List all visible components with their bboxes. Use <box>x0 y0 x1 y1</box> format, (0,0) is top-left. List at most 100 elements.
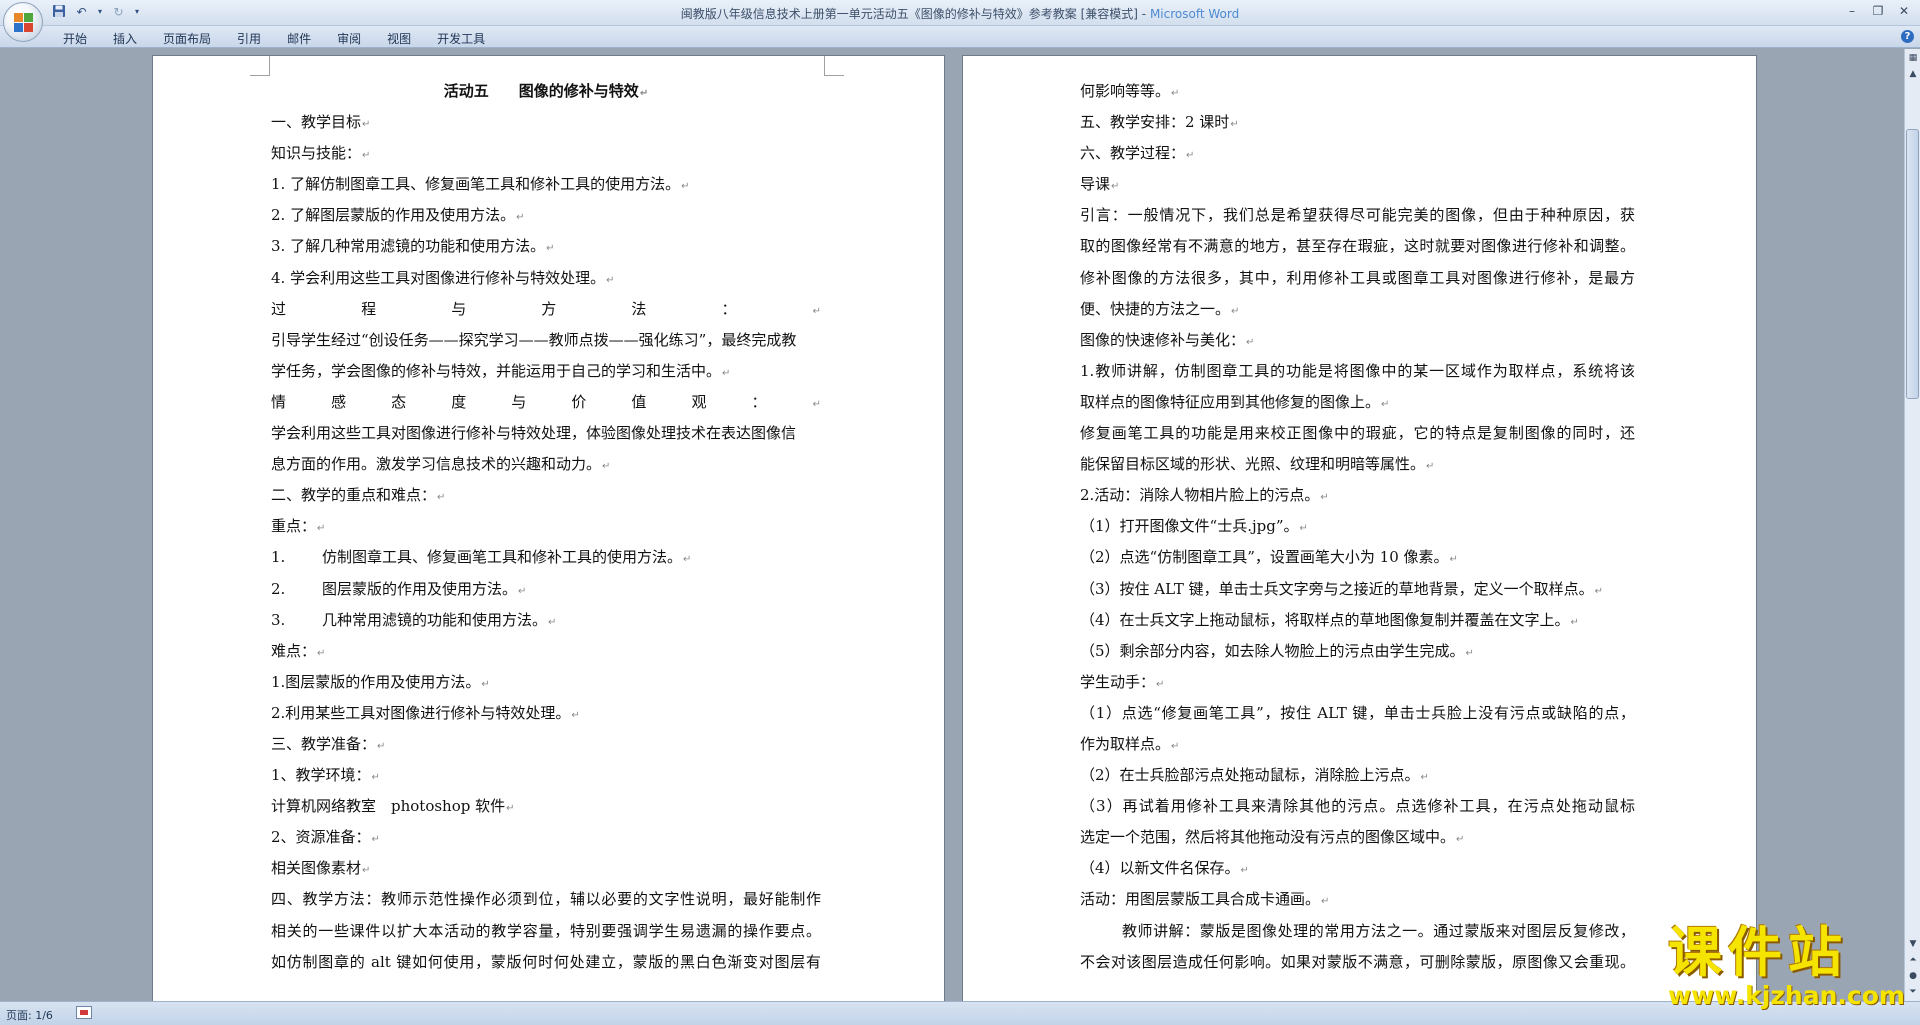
office-button[interactable] <box>3 2 43 42</box>
text-line: 情感态度与价值观：↵ <box>271 387 821 418</box>
line-text: 二、教学的重点和难点： <box>271 486 437 505</box>
list-number: 2. <box>271 579 286 598</box>
text-line: 1. 了解仿制图章工具、修复画笔工具和修补工具的使用方法。↵ <box>271 169 821 200</box>
paragraph-mark-icon: ↵ <box>1171 88 1180 99</box>
tab-mailings[interactable]: 邮件 <box>274 30 324 47</box>
line-text: 3. 了解几种常用滤镜的功能和使用方法。 <box>271 237 546 256</box>
text-line: 教师讲解：蒙版是图像处理的常用方法之一。通过蒙版来对图层反复修改， <box>1080 916 1635 947</box>
document-area[interactable]: 活动五 图像的修补与特效↵ 一、教学目标↵ 知识与技能：↵ 1. 了解仿制图章工具、修… <box>0 49 1904 1001</box>
paragraph-mark-icon: ↵ <box>362 150 371 162</box>
line-text: 图层蒙版的作用及使用方法。 <box>322 579 518 598</box>
text-line: （5）剩余部分内容，如去除人物脸上的污点由学生完成。↵ <box>1080 636 1635 667</box>
line-text: 2. 了解图层蒙版的作用及使用方法。 <box>271 206 516 225</box>
text-line: 取的图像经常有不满意的地方，甚至存在瑕疵，这时就要对图像进行修补和调整。 <box>1080 231 1635 262</box>
paragraph-mark-icon: ↵ <box>546 243 555 255</box>
line-text: 活动五 图像的修补与特效 <box>443 82 639 100</box>
text-line: 2.利用某些工具对图像进行修补与特效处理。↵ <box>271 698 821 729</box>
text-line: 2.活动：消除人物相片脸上的污点。↵ <box>1080 480 1635 511</box>
previous-page-icon[interactable]: ⏶ <box>1906 953 1920 968</box>
next-page-icon[interactable]: ⏷ <box>1906 985 1920 1000</box>
line-text: 教师讲解：蒙版是图像处理的常用方法之一。通过蒙版来对图层反复修改， <box>1122 921 1635 940</box>
tab-developer[interactable]: 开发工具 <box>424 30 498 47</box>
line-text: 一、教学目标 <box>271 113 362 132</box>
text-line: 难点：↵ <box>271 636 821 667</box>
paragraph-mark-icon: ↵ <box>602 461 611 473</box>
line-text: 活动：用图层蒙版工具合成卡通画。 <box>1080 890 1321 909</box>
text-line: 一、教学目标↵ <box>271 107 821 138</box>
title-separator: - <box>1137 7 1150 21</box>
paragraph-mark-icon: ↵ <box>1299 523 1308 535</box>
list-number: 3. <box>271 610 286 629</box>
tab-review[interactable]: 审阅 <box>324 30 374 47</box>
margin-corner <box>250 56 270 76</box>
scrollbar-thumb[interactable] <box>1906 129 1919 399</box>
paragraph-mark-icon: ↵ <box>1594 585 1604 597</box>
line-text: （3）再试着用修补工具来清除其他的污点。点选修补工具，在污点处拖动鼠标 <box>1080 797 1635 816</box>
text-line: 3. 了解几种常用滤镜的功能和使用方法。↵ <box>271 231 821 262</box>
paragraph-mark-icon: ↵ <box>437 492 446 504</box>
page-2[interactable]: 何影响等等。↵ 五、教学安排：2 课时↵ 六、教学过程：↵ 导课↵ 引言：一般情况下，我… <box>962 55 1757 1001</box>
line-text: （4）以新文件名保存。 <box>1080 859 1240 878</box>
tab-home[interactable]: 开始 <box>50 30 100 47</box>
ruler-toggle-icon[interactable]: ▦ <box>1906 51 1920 66</box>
text-line: （1）打开图像文件“士兵.jpg”。↵ <box>1080 511 1635 542</box>
paragraph-mark-icon: ↵ <box>1426 461 1435 473</box>
line-text: （2）点选“仿制图章工具”，设置画笔大小为 10 像素。 <box>1080 548 1449 567</box>
line-text: 修补图像的方法很多，其中，利用修补工具或图章工具对图像进行修补，是最方 <box>1080 268 1635 287</box>
text-line: 3. 几种常用滤镜的功能和使用方法。↵ <box>271 605 821 636</box>
line-text: （4）在士兵文字上拖动鼠标，将取样点的草地图像复制并覆盖在文字上。 <box>1080 610 1570 629</box>
line-text: 情感态度与价值观： <box>271 392 812 411</box>
line-text: 知识与技能： <box>271 144 362 163</box>
page-2-body[interactable]: 何影响等等。↵ 五、教学安排：2 课时↵ 六、教学过程：↵ 导课↵ 引言：一般情况下，我… <box>1080 76 1635 978</box>
text-line: 不会对该图层造成任何影响。如果对蒙版不满意，可删除蒙版，原图像又会重现。 <box>1080 947 1635 978</box>
paragraph-mark-icon: ↵ <box>1449 554 1458 566</box>
page-1-body[interactable]: 活动五 图像的修补与特效↵ 一、教学目标↵ 知识与技能：↵ 1. 了解仿制图章工具、修… <box>271 76 821 978</box>
line-text: 几种常用滤镜的功能和使用方法。 <box>322 610 548 629</box>
text-line: 何影响等等。↵ <box>1080 76 1635 107</box>
text-line: 1、教学环境：↵ <box>271 760 821 791</box>
line-text: 学任务，学会图像的修补与特效，并能运用于自己的学习和生活中。 <box>271 361 722 380</box>
page-1[interactable]: 活动五 图像的修补与特效↵ 一、教学目标↵ 知识与技能：↵ 1. 了解仿制图章工具、修… <box>152 55 945 1001</box>
line-text: 计算机网络教室 photoshop 软件 <box>271 797 506 816</box>
line-text: 学生动手： <box>1080 672 1156 691</box>
text-line: 取样点的图像特征应用到其他修复的图像上。↵ <box>1080 387 1635 418</box>
office-logo-icon <box>14 13 34 33</box>
close-icon[interactable]: ✕ <box>1892 2 1916 20</box>
site-watermark: 课件站 www.kjzhan.com <box>1668 924 1906 1010</box>
scroll-down-icon[interactable]: ▼ <box>1906 937 1920 952</box>
text-line: 相关的一些课件以扩大本活动的教学容量，特别要强调学生易遗漏的操作要点。 <box>271 916 821 947</box>
restore-icon[interactable]: ❐ <box>1866 2 1890 20</box>
line-text: 1.教师讲解，仿制图章工具的功能是将图像中的某一区域作为取样点，系统将该 <box>1080 361 1635 380</box>
minimize-icon[interactable]: – <box>1840 2 1864 20</box>
vertical-scrollbar[interactable]: ▦ ▲ ▼ ⏶ ● ⏷ <box>1904 49 1920 1001</box>
line-text: 导课 <box>1080 175 1111 194</box>
tab-page-layout[interactable]: 页面布局 <box>150 30 224 47</box>
paragraph-mark-icon: ↵ <box>1231 305 1240 317</box>
text-line: （2）在士兵脸部污点处拖动鼠标，消除脸上污点。↵ <box>1080 760 1635 791</box>
tab-references[interactable]: 引用 <box>224 30 274 47</box>
line-text: 引导学生经过“创设任务——探究学习——教师点拨——强化练习”，最终完成教 <box>271 330 797 349</box>
line-text: 四、教学方法：教师示范性操作必须到位，辅以必要的文字性说明，最好能制作 <box>271 890 821 909</box>
title-bar: ↶ ▾ ↻ ▾ 闽教版八年级信息技术上册第一单元活动五《图像的修补与特效》参考教… <box>0 0 1920 42</box>
help-icon[interactable]: ? <box>1901 30 1914 43</box>
paragraph-mark-icon: ↵ <box>812 305 821 317</box>
line-text: 何影响等等。 <box>1080 82 1171 100</box>
tab-insert[interactable]: 插入 <box>100 30 150 47</box>
paragraph-mark-icon: ↵ <box>639 88 649 99</box>
text-line: 相关图像素材↵ <box>271 853 821 884</box>
paragraph-mark-icon: ↵ <box>812 398 821 410</box>
paragraph-mark-icon: ↵ <box>317 523 326 535</box>
line-text: 息方面的作用。激发学习信息技术的兴趣和动力。 <box>271 455 602 474</box>
tab-view[interactable]: 视图 <box>374 30 424 47</box>
status-bar: 页面: 1/6 <box>0 1001 1920 1025</box>
scroll-up-icon[interactable]: ▲ <box>1906 67 1920 82</box>
text-line: 活动：用图层蒙版工具合成卡通画。↵ <box>1080 884 1635 915</box>
text-line: 四、教学方法：教师示范性操作必须到位，辅以必要的文字性说明，最好能制作 <box>271 884 821 915</box>
paragraph-mark-icon: ↵ <box>317 647 326 659</box>
line-text: 五、教学安排：2 课时 <box>1080 113 1230 132</box>
select-browse-object-icon[interactable]: ● <box>1906 969 1920 984</box>
proofing-icon[interactable] <box>76 1006 92 1019</box>
text-line: 学生动手：↵ <box>1080 667 1635 698</box>
paragraph-mark-icon: ↵ <box>1420 772 1429 784</box>
page-count-indicator[interactable]: 页面: 1/6 <box>6 1007 53 1023</box>
